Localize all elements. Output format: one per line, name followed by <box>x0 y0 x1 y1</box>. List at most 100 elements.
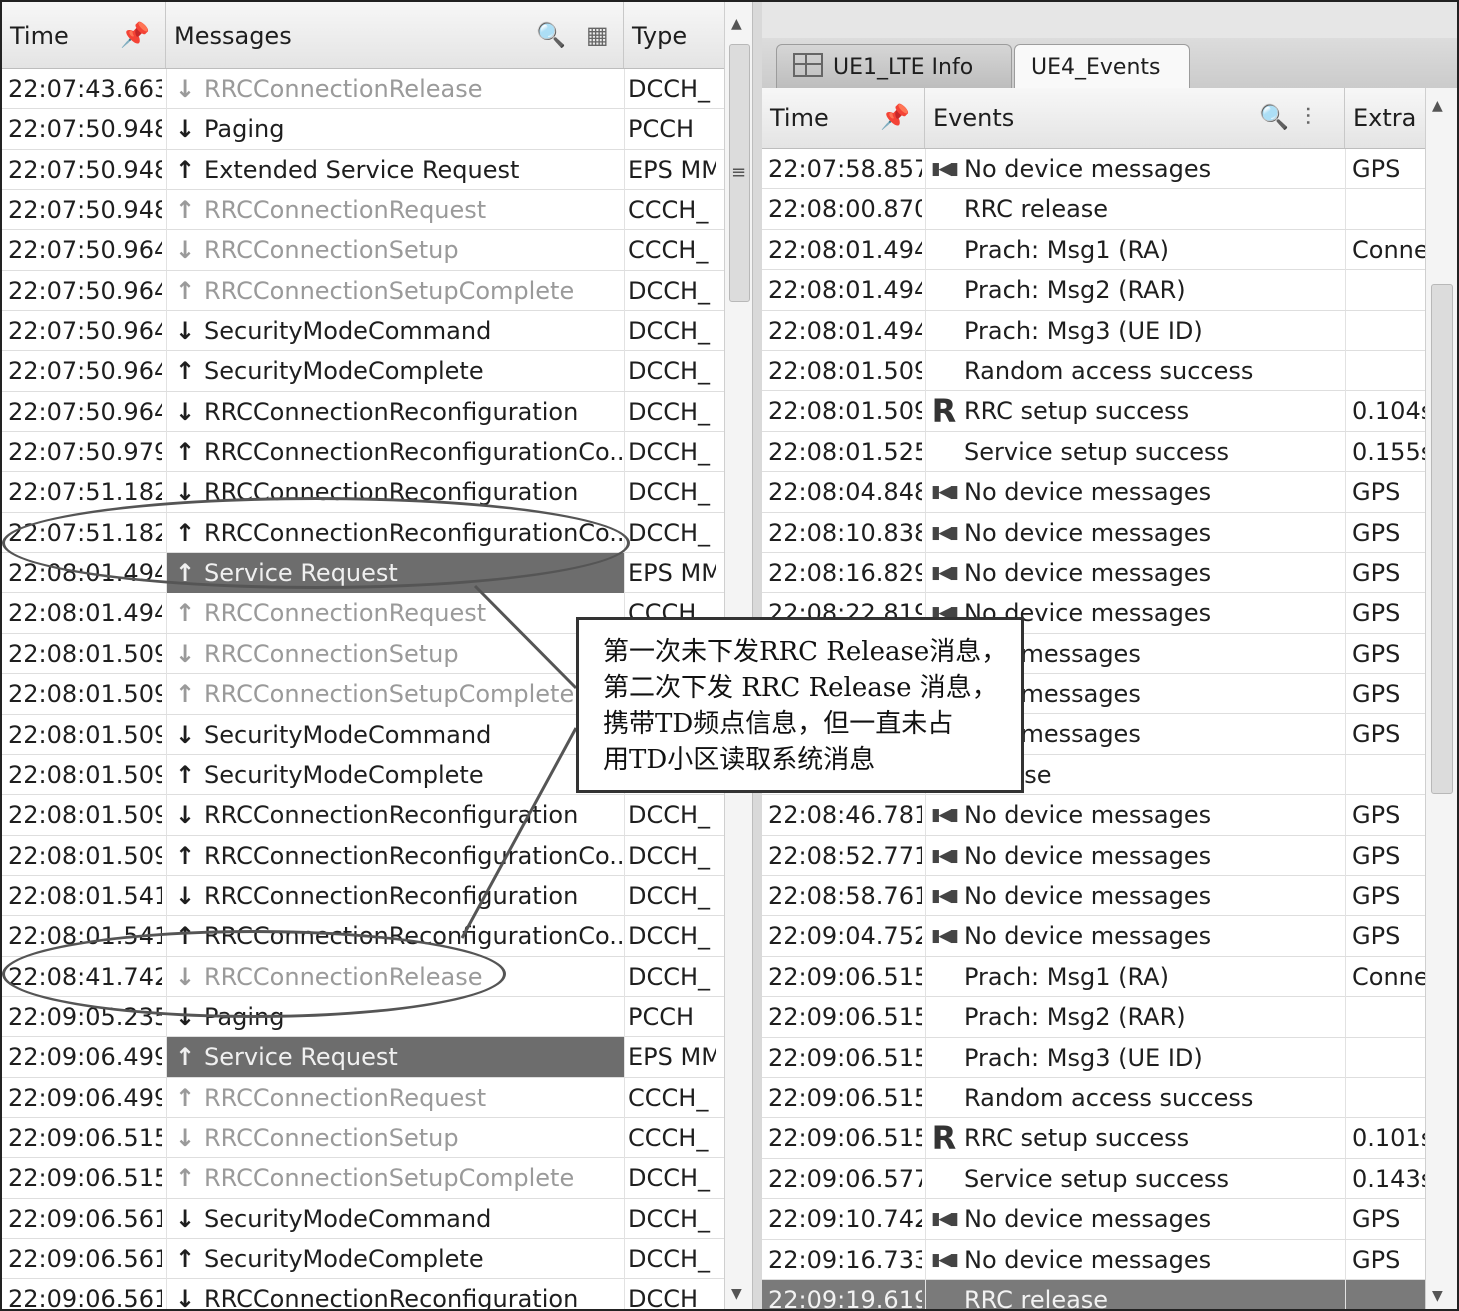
message-row[interactable]: 22:07:50.964 ↑ SecurityModeComplete DCCH_ <box>2 351 724 392</box>
arrow-up-icon: ↑ <box>174 680 196 709</box>
message-row[interactable]: 22:09:06.499 ↑ Service Request EPS MM <box>2 1037 724 1078</box>
message-row[interactable]: 22:09:06.561 ↓ RRCConnectionReconfiguratio… <box>2 1279 724 1309</box>
message-row[interactable]: 22:09:06.499 ↑ RRCConnectionRequest CCCH_ <box>2 1077 724 1118</box>
column-chooser-icon[interactable]: ▦ <box>586 22 609 48</box>
message-row[interactable]: 22:07:50.948 ↑ Extended Service Request EPS… <box>2 149 724 191</box>
column-header-messages[interactable]: Messages 🔍 ▦ <box>166 2 624 68</box>
message-row[interactable]: 22:08:01.494 ↑ Service Request EPS MM <box>2 553 724 594</box>
event-extra: GPS <box>1352 680 1401 709</box>
event-row[interactable]: 22:09:10.742 ▮◀▮ No device messages GPS <box>762 1199 1425 1240</box>
column-divider <box>1345 835 1346 876</box>
message-row[interactable]: 22:07:43.663 ↓ RRCConnectionRelease DCCH_ <box>2 69 724 110</box>
tab-ue4-events[interactable]: UE4_Events <box>1014 44 1190 88</box>
event-extra: GPS <box>1352 639 1401 668</box>
events-scroll-up-icon[interactable]: ▲ <box>1432 98 1443 114</box>
event-row[interactable]: 22:08:01.509 Random access success <box>762 350 1425 392</box>
event-row[interactable]: 22:08:01.494 Prach: Msg3 (UE ID) <box>762 310 1425 351</box>
event-row[interactable]: 22:09:06.515 Prach: Msg1 (RA) Conne <box>762 956 1425 998</box>
message-row[interactable]: 22:07:51.182 ↓ RRCConnectionReconfiguratio… <box>2 472 724 513</box>
filter-icon[interactable]: ⫶ <box>1305 104 1311 130</box>
message-row[interactable]: 22:09:06.515 ↑ RRCConnectionSetupComplete D… <box>2 1158 724 1199</box>
message-name: Service Request <box>204 559 398 588</box>
event-row[interactable]: 22:08:00.870 RRC release <box>762 189 1425 230</box>
message-time: 22:08:01.494 <box>8 559 162 588</box>
message-row[interactable]: 22:09:06.561 ↓ SecurityModeCommand DCCH_ <box>2 1198 724 1239</box>
message-row[interactable]: 22:09:05.235 ↓ Paging PCCH <box>2 996 724 1038</box>
event-row[interactable]: 22:09:06.515 Prach: Msg2 (RAR) <box>762 997 1425 1038</box>
tab-bar: UE1_LTE Info UE4_Events <box>762 38 1457 88</box>
event-row[interactable]: 22:09:16.733 ▮◀▮ No device messages GPS <box>762 1239 1425 1280</box>
event-row[interactable]: 22:08:01.494 Prach: Msg2 (RAR) <box>762 270 1425 311</box>
message-row[interactable]: 22:07:50.948 ↓ Paging PCCH <box>2 109 724 150</box>
event-row[interactable]: 22:08:01.525 Service setup success 0.155s <box>762 431 1425 473</box>
column-divider <box>1345 1199 1346 1240</box>
message-row[interactable]: 22:08:41.742 ↓ RRCConnectionRelease DCCH_ <box>2 956 724 997</box>
message-row[interactable]: 22:07:50.964 ↑ RRCConnectionSetupComplete D… <box>2 270 724 312</box>
column-divider <box>624 1077 625 1118</box>
search-icon[interactable]: 🔍 <box>536 22 566 48</box>
event-row[interactable]: 22:09:04.752 ▮◀▮ No device messages GPS <box>762 916 1425 957</box>
message-time: 22:09:06.561 <box>8 1285 162 1309</box>
column-divider <box>166 795 167 836</box>
arrow-up-icon: ↑ <box>174 599 196 628</box>
events-scroll-down-icon[interactable]: ▼ <box>1432 1288 1443 1304</box>
events-pin-icon[interactable]: 📌 <box>880 104 910 130</box>
event-extra: GPS <box>1352 801 1401 830</box>
message-time: 22:07:51.182 <box>8 478 162 507</box>
event-row[interactable]: 22:09:06.515 RRRC setup success 0.101s <box>762 1118 1425 1159</box>
event-row[interactable]: 22:09:06.515 Prach: Msg3 (UE ID) <box>762 1037 1425 1078</box>
column-header-messages-label: Messages <box>174 22 292 50</box>
message-row[interactable]: 22:09:06.515 ↓ RRCConnectionSetup CCCH_ <box>2 1117 724 1159</box>
message-row[interactable]: 22:07:50.964 ↓ RRCConnectionSetup CCCH_ <box>2 230 724 271</box>
message-row[interactable]: 22:08:01.541 ↓ RRCConnectionReconfiguratio… <box>2 875 724 917</box>
event-time: 22:09:06.515 <box>768 1043 922 1072</box>
arrow-down-icon: ↓ <box>174 1123 196 1152</box>
event-extra: GPS <box>1352 558 1401 587</box>
message-row[interactable]: 22:08:01.509 ↓ RRCConnectionReconfiguratio… <box>2 795 724 836</box>
message-row[interactable]: 22:07:50.979 ↑ RRCConnectionReconfiguratio… <box>2 432 724 473</box>
message-row[interactable]: 22:09:06.561 ↑ SecurityModeComplete DCCH_ <box>2 1238 724 1280</box>
scroll-down-icon[interactable]: ▼ <box>731 1286 742 1302</box>
tab-ue1-lte-info-label: UE1_LTE Info <box>833 55 974 80</box>
event-row[interactable]: 22:08:52.771 ▮◀▮ No device messages GPS <box>762 835 1425 877</box>
event-row[interactable]: 22:08:01.494 Prach: Msg1 (RA) Conne <box>762 229 1425 271</box>
events-search-icon[interactable]: 🔍 <box>1259 104 1289 130</box>
event-row[interactable]: 22:09:19.619 RRC release <box>762 1279 1425 1309</box>
column-header-type[interactable]: Type <box>624 2 724 68</box>
event-row[interactable]: 22:09:06.515 Random access success <box>762 1077 1425 1119</box>
pin-icon[interactable]: 📌 <box>120 22 150 48</box>
message-name: RRCConnectionReconfiguration <box>204 478 579 507</box>
events-column-header-extra[interactable]: Extra <box>1345 88 1425 148</box>
event-row[interactable]: 22:08:01.509 RRRC setup success 0.104s <box>762 391 1425 432</box>
message-type: DCCH_ <box>628 1164 711 1193</box>
message-row[interactable]: 22:08:01.509 ↑ RRCConnectionReconfiguratio… <box>2 835 724 876</box>
event-row[interactable]: 22:08:16.829 ▮◀▮ No device messages GPS <box>762 552 1425 594</box>
message-name: RRCConnectionSetupComplete <box>204 680 575 709</box>
tab-ue1-lte-info[interactable]: UE1_LTE Info <box>776 44 1012 88</box>
event-row[interactable]: 22:08:10.838 ▮◀▮ No device messages GPS <box>762 512 1425 553</box>
event-row[interactable]: 22:08:58.761 ▮◀▮ No device messages GPS <box>762 876 1425 917</box>
event-row[interactable]: 22:07:58.857 ▮◀▮ No device messages GPS <box>762 149 1425 190</box>
message-time: 22:07:50.948 <box>8 196 162 225</box>
events-column-header-events[interactable]: Events 🔍 ⫶ <box>925 88 1345 148</box>
column-divider <box>166 714 167 755</box>
message-row[interactable]: 22:07:50.964 ↓ SecurityModeCommand DCCH_ <box>2 311 724 352</box>
events-scrollbar[interactable]: ▲ ▼ <box>1425 88 1457 1309</box>
message-row[interactable]: 22:07:50.948 ↑ RRCConnectionRequest CCCH_ <box>2 190 724 231</box>
column-divider <box>624 109 625 150</box>
message-row[interactable]: 22:07:51.182 ↑ RRCConnectionReconfiguratio… <box>2 512 724 554</box>
event-time: 22:08:00.870 <box>768 195 922 224</box>
events-scroll-thumb[interactable] <box>1431 284 1453 794</box>
column-divider <box>1345 1118 1346 1159</box>
event-row[interactable]: 22:08:46.781 ▮◀▮ No device messages GPS <box>762 795 1425 836</box>
events-column-header-time[interactable]: Time 📌 <box>762 88 925 148</box>
event-row[interactable]: 22:09:06.577 Service setup success 0.143s <box>762 1158 1425 1200</box>
event-row[interactable]: 22:08:04.848 ▮◀▮ No device messages GPS <box>762 472 1425 513</box>
column-divider <box>624 270 625 311</box>
column-header-time[interactable]: Time 📌 <box>2 2 166 68</box>
message-row[interactable]: 22:07:50.964 ↓ RRCConnectionReconfiguratio… <box>2 391 724 433</box>
column-divider <box>1345 997 1346 1038</box>
message-row[interactable]: 22:08:01.541 ↑ RRCConnectionReconfiguratio… <box>2 916 724 957</box>
scroll-up-icon[interactable]: ▲ <box>731 16 742 32</box>
event-time: 22:09:19.619 <box>768 1285 922 1309</box>
